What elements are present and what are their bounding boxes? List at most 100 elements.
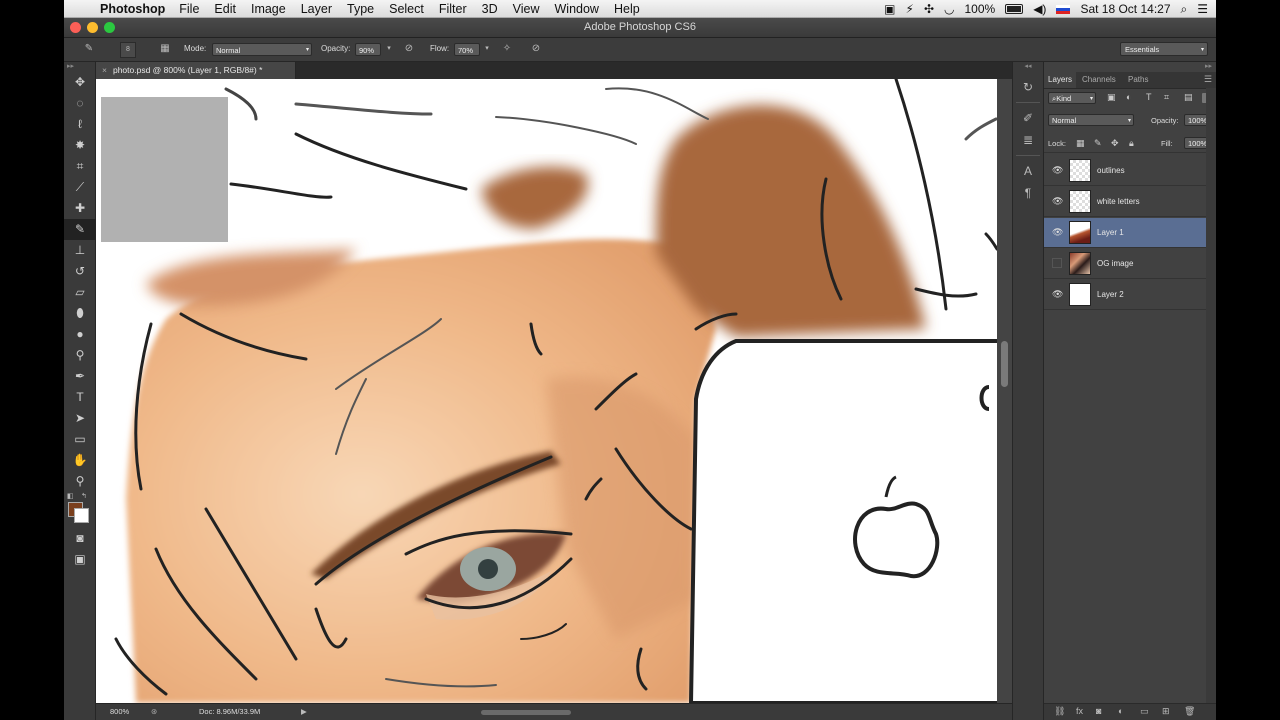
doc-size-info[interactable]: Doc: 8.96M/33.9M	[199, 704, 260, 720]
lock-transparency-icon[interactable]: ▦	[1076, 138, 1085, 149]
visibility-eye-icon[interactable]: 👁︎	[1052, 227, 1063, 237]
menu-view[interactable]: View	[513, 2, 540, 16]
filter-pixel-icon[interactable]: ▣	[1107, 92, 1116, 103]
background-color-swatch[interactable]	[74, 508, 89, 523]
menu-3d[interactable]: 3D	[482, 2, 498, 16]
opacity-field[interactable]: 90%	[355, 43, 381, 56]
menu-type[interactable]: Type	[347, 2, 374, 16]
volume-icon[interactable]: ◀)	[1033, 2, 1046, 16]
new-group-icon[interactable]: ▭	[1140, 706, 1149, 717]
type-tool-icon[interactable]: T	[64, 387, 96, 408]
filter-shape-icon[interactable]: ⌗	[1164, 92, 1169, 103]
hand-tool-icon[interactable]: ✋	[64, 450, 96, 471]
swap-colors-icon[interactable]: ↰	[81, 492, 87, 500]
zoom-level[interactable]: 800%	[110, 704, 129, 720]
link-layers-icon[interactable]: ⛓︎	[1054, 706, 1065, 717]
menu-filter[interactable]: Filter	[439, 2, 467, 16]
horizontal-scroll-thumb[interactable]	[481, 710, 571, 715]
clone-stamp-tool-icon[interactable]: ⊥	[64, 240, 96, 261]
layer-row-layer-2[interactable]: 👁︎ Layer 2	[1044, 280, 1206, 310]
extras-icon[interactable]: ✣	[924, 2, 934, 16]
dock-grip[interactable]: ◂◂	[1013, 62, 1043, 70]
flow-field[interactable]: 70%	[454, 43, 480, 56]
canvas[interactable]	[96, 79, 997, 703]
brush-panel-icon[interactable]: ✐	[1013, 107, 1043, 129]
notification-center-icon[interactable]: ☰	[1197, 2, 1208, 16]
tab-paths[interactable]: Paths	[1124, 72, 1152, 88]
battery-icon[interactable]	[1005, 4, 1024, 14]
layer-name[interactable]: OG image	[1097, 259, 1133, 268]
document-tab[interactable]: × photo.psd @ 800% (Layer 1, RGB/8#) *	[96, 62, 296, 79]
menu-image[interactable]: Image	[251, 2, 286, 16]
status-menu-arrow-icon[interactable]: ▶	[301, 704, 307, 720]
history-panel-icon[interactable]: ↻	[1013, 76, 1043, 98]
app-menu[interactable]: Photoshop	[100, 2, 165, 16]
quick-mask-icon[interactable]: ◙	[64, 528, 96, 549]
brush-size-picker[interactable]: 8	[120, 42, 136, 58]
camera-icon[interactable]: ▣	[884, 2, 895, 16]
menu-help[interactable]: Help	[614, 2, 640, 16]
menu-window[interactable]: Window	[555, 2, 599, 16]
eyedropper-tool-icon[interactable]: ⟋	[64, 177, 96, 198]
filter-kind-dropdown[interactable]: ⌕Kind ▾	[1048, 92, 1096, 104]
layer-row-og-image[interactable]: OG image	[1044, 249, 1206, 279]
tab-layers[interactable]: Layers	[1044, 72, 1077, 88]
adjustment-layer-icon[interactable]: ◐	[1118, 706, 1123, 716]
airbrush-icon[interactable]: ✧	[500, 42, 514, 56]
tools-panel-grip[interactable]: ▸▸	[64, 62, 95, 72]
lock-pixels-icon[interactable]: ✎	[1094, 138, 1102, 149]
layers-scrollbar[interactable]	[1206, 88, 1216, 704]
layer-row-white-letters[interactable]: 👁︎ white letters	[1044, 187, 1206, 217]
filter-type-icon[interactable]: T	[1146, 92, 1152, 102]
paint-bucket-tool-icon[interactable]: ⬮	[64, 303, 96, 324]
visibility-toggle-hidden[interactable]	[1052, 258, 1062, 268]
brush-presets-panel-icon[interactable]: ≣	[1013, 129, 1043, 151]
delete-layer-icon[interactable]: 🗑︎	[1184, 706, 1195, 717]
blend-mode-dropdown[interactable]: Normal ▾	[1048, 114, 1134, 126]
lock-position-icon[interactable]: ✥	[1111, 138, 1119, 149]
lasso-tool-icon[interactable]: ℓ	[64, 114, 96, 135]
layer-name[interactable]: Layer 2	[1097, 290, 1124, 299]
layer-row-layer-1[interactable]: 👁︎ Layer 1	[1044, 218, 1206, 248]
blur-tool-icon[interactable]: ●	[64, 324, 96, 345]
new-layer-icon[interactable]: ⊞	[1162, 706, 1170, 717]
move-tool-icon[interactable]: ✥	[64, 72, 96, 93]
history-brush-tool-icon[interactable]: ↺	[64, 261, 96, 282]
panel-menu-icon[interactable]: ☰	[1204, 74, 1212, 85]
rectangle-tool-icon[interactable]: ▭	[64, 429, 96, 450]
close-document-icon[interactable]: ×	[102, 65, 107, 75]
healing-brush-tool-icon[interactable]: ✚	[64, 198, 96, 219]
eraser-tool-icon[interactable]: ▱	[64, 282, 96, 303]
lock-all-icon[interactable]: 🔒︎	[1129, 138, 1134, 149]
layer-name[interactable]: outlines	[1097, 166, 1125, 175]
paragraph-panel-icon[interactable]: ¶	[1013, 182, 1043, 204]
vertical-scrollbar[interactable]	[997, 79, 1012, 703]
visibility-eye-icon[interactable]: 👁︎	[1052, 289, 1063, 299]
menu-file[interactable]: File	[179, 2, 199, 16]
add-mask-icon[interactable]: ◙	[1096, 706, 1101, 716]
mode-dropdown[interactable]: Normal ▾	[212, 43, 312, 56]
input-source-flag-icon[interactable]	[1056, 4, 1071, 14]
visibility-eye-icon[interactable]: 👁︎	[1052, 196, 1063, 206]
default-colors-icon[interactable]: ◧	[67, 492, 74, 500]
filter-adjustment-icon[interactable]: ◐	[1126, 92, 1131, 102]
layer-name[interactable]: white letters	[1097, 197, 1140, 206]
screen-mode-icon[interactable]: ▣	[64, 549, 96, 570]
layer-name[interactable]: Layer 1	[1097, 228, 1124, 237]
brush-panel-toggle-icon[interactable]: ▦	[158, 42, 172, 56]
layer-style-icon[interactable]: fx	[1076, 706, 1083, 716]
flow-slider-toggle[interactable]: ▾	[480, 42, 494, 56]
pressure-opacity-icon[interactable]: ⊘	[402, 42, 416, 56]
vertical-scroll-thumb[interactable]	[1001, 341, 1008, 387]
dodge-tool-icon[interactable]: ⚲	[64, 345, 96, 366]
marquee-tool-icon[interactable]: ◌	[64, 93, 96, 114]
quick-selection-tool-icon[interactable]: ✸	[64, 135, 96, 156]
character-panel-icon[interactable]: A	[1013, 160, 1043, 182]
tab-channels[interactable]: Channels	[1078, 72, 1120, 88]
workspace-switcher[interactable]: Essentials ▾	[1120, 42, 1208, 56]
menu-select[interactable]: Select	[389, 2, 424, 16]
brush-tool-icon[interactable]: ✎	[64, 219, 96, 240]
opacity-slider-toggle[interactable]: ▾	[382, 42, 396, 56]
crop-tool-icon[interactable]: ⌗	[64, 156, 96, 177]
filter-smart-object-icon[interactable]: ▤	[1184, 92, 1193, 103]
